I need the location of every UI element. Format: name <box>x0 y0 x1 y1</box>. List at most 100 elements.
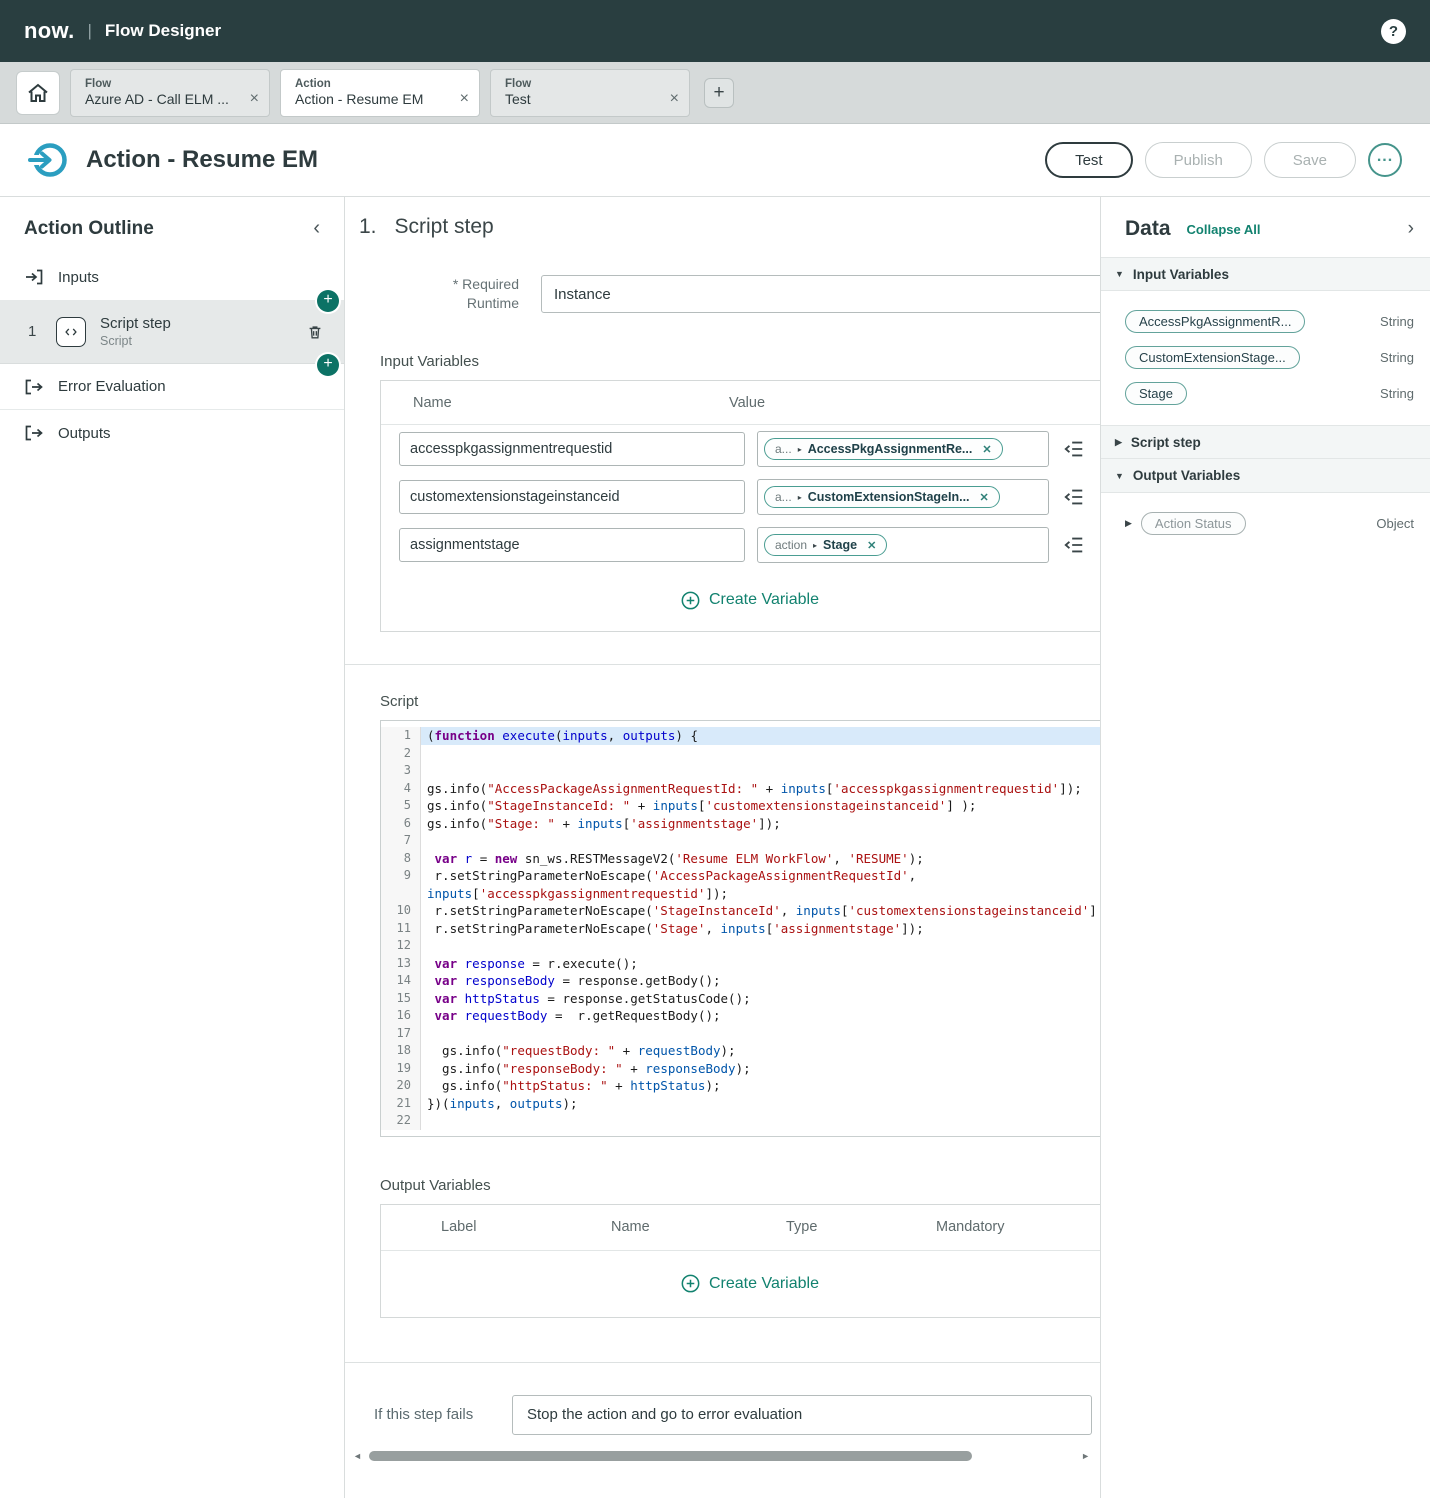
line-number: 22 <box>381 1112 421 1130</box>
home-icon <box>26 81 50 105</box>
inputs-icon <box>24 267 44 287</box>
app-title: Flow Designer <box>104 21 222 40</box>
home-button[interactable] <box>16 70 60 115</box>
data-pill[interactable]: a... ▸ AccessPkgAssignmentRe... ✕ <box>764 438 1003 460</box>
variable-name-input[interactable] <box>399 480 745 514</box>
delete-step-button[interactable] <box>306 323 324 341</box>
data-pill-row: AccessPkgAssignmentR... String <box>1125 303 1416 339</box>
publish-button[interactable]: Publish <box>1144 142 1252 178</box>
code-line: 14 var responseBody = response.getBody()… <box>381 972 1100 990</box>
circle-plus-icon <box>681 1274 700 1293</box>
runtime-input[interactable] <box>541 275 1100 313</box>
data-pill[interactable]: action ▸ Stage ✕ <box>764 534 888 556</box>
more-actions-button[interactable]: ... <box>1368 143 1402 177</box>
variable-name-input[interactable] <box>399 432 745 466</box>
editor-tab[interactable]: Flow Test × <box>490 68 690 117</box>
code-text: var responseBody = response.getBody(); <box>434 973 721 988</box>
page-title: Action - Resume EM <box>86 146 319 173</box>
remove-pill-icon[interactable]: ✕ <box>980 491 989 504</box>
code-line: 6 gs.info("Stage: " + inputs['assignments… <box>381 814 1100 832</box>
sidebar-item-error-evaluation[interactable]: Error Evaluation <box>0 364 344 410</box>
script-editor[interactable]: 1 (function execute(inputs, outputs) {2 3… <box>380 720 1100 1137</box>
pill-label: CustomExtensionStageIn... <box>807 490 970 504</box>
code-line: 3 <box>381 762 1100 780</box>
data-pill[interactable]: Stage <box>1125 381 1187 405</box>
test-button[interactable]: Test <box>1045 142 1133 178</box>
sidebar-item-inputs[interactable]: Inputs <box>0 254 344 300</box>
sidebar-item-label: Outputs <box>58 424 111 442</box>
scroll-left-button[interactable]: ◄ <box>353 1451 362 1461</box>
top-bar: now. | Flow Designer ? <box>0 0 1430 62</box>
collapse-panel-icon[interactable]: › <box>1408 218 1414 240</box>
variable-value-field[interactable]: a... ▸ AccessPkgAssignmentRe... ✕ <box>757 431 1049 467</box>
data-pill[interactable]: AccessPkgAssignmentR... <box>1125 309 1306 333</box>
line-number: 1 <box>381 727 421 745</box>
collapse-all-button[interactable]: Collapse All <box>1187 222 1408 237</box>
remove-pill-icon[interactable]: ✕ <box>982 443 991 456</box>
save-button[interactable]: Save <box>1263 142 1356 178</box>
data-pill[interactable]: a... ▸ CustomExtensionStageIn... ✕ <box>764 486 1000 508</box>
sidebar-item-script-step[interactable]: 1 Script step Script <box>0 300 344 364</box>
line-number: 6 <box>381 814 421 832</box>
data-pill[interactable]: CustomExtensionStage... <box>1125 345 1300 369</box>
data-output-variables-section-header[interactable]: ▼ Output Variables <box>1101 459 1430 493</box>
script-icon <box>56 316 86 347</box>
tab-list: Flow Azure AD - Call ELM ... × Action Action… <box>70 68 690 117</box>
scrollbar-track[interactable] <box>367 1451 1076 1461</box>
code-text: gs.info("StageInstanceId: " + inputs['cu… <box>427 798 977 813</box>
variable-value-field[interactable]: action ▸ Stage ✕ <box>757 527 1049 563</box>
insert-step-above-button[interactable]: + <box>317 290 339 312</box>
input-variable-row: a... ▸ CustomExtensionStageIn... ✕ <box>381 473 1100 521</box>
data-script-step-section-header[interactable]: ▶ Script step <box>1101 425 1430 459</box>
variable-name-input[interactable] <box>399 528 745 562</box>
step-heading: 1. Script step <box>359 215 1100 239</box>
code-text: r.setStringParameterNoEscape('AccessPack… <box>427 868 917 883</box>
tab-close-icon[interactable]: × <box>250 90 259 108</box>
new-tab-button[interactable]: + <box>704 77 734 108</box>
tab-close-icon[interactable]: × <box>460 90 469 108</box>
code-line: 4 gs.info("AccessPackageAssignmentRequest… <box>381 779 1100 797</box>
code-line: 20 gs.info("httpStatus: " + httpStatus); <box>381 1077 1100 1095</box>
editor-tab[interactable]: Flow Azure AD - Call ELM ... × <box>70 68 270 117</box>
create-input-variable-button[interactable]: Create Variable <box>381 569 1100 631</box>
data-input-variables-section-header[interactable]: ▼ Input Variables <box>1101 257 1430 291</box>
scrollbar-thumb[interactable] <box>368 1451 972 1461</box>
remove-pill-icon[interactable]: ✕ <box>867 539 876 552</box>
page-header: Action - Resume EM Test Publish Save ... <box>0 124 1430 196</box>
tab-close-icon[interactable]: × <box>670 90 679 108</box>
data-output-pills: ▶ Action Status Object <box>1101 493 1430 555</box>
data-pill[interactable]: Action Status <box>1140 511 1246 535</box>
pill-type-label: String <box>1380 385 1414 401</box>
help-button[interactable]: ? <box>1381 18 1406 44</box>
line-number: 7 <box>381 832 421 850</box>
expand-icon[interactable]: ▶ <box>1125 518 1132 529</box>
data-pill-picker-button[interactable] <box>1059 530 1089 560</box>
line-number <box>381 884 421 902</box>
insert-step-below-button[interactable]: + <box>317 354 339 376</box>
now-logo: now. <box>24 18 75 43</box>
code-line: 2 <box>381 744 1100 763</box>
collapse-sidebar-icon[interactable]: ‹ <box>313 217 320 240</box>
input-variable-row: a... ▸ AccessPkgAssignmentRe... ✕ <box>381 425 1100 473</box>
code-text: inputs['accesspkgassignmentrequestid']); <box>427 885 729 901</box>
sidebar-item-label: Error Evaluation <box>58 378 166 395</box>
editor-tab[interactable]: Action Action - Resume EM × <box>280 68 480 117</box>
failure-behavior-select[interactable]: Stop the action and go to error evaluati… <box>512 1394 1092 1435</box>
variable-value-field[interactable]: a... ▸ CustomExtensionStageIn... ✕ <box>757 479 1049 515</box>
pill-type-label: String <box>1380 349 1414 365</box>
sidebar-item-outputs[interactable]: Outputs <box>0 410 344 456</box>
code-line: 8 var r = new sn_ws.RESTMessageV2('Resum… <box>381 849 1100 867</box>
data-pill-picker-button[interactable] <box>1059 434 1089 464</box>
scroll-right-button[interactable]: ► <box>1081 1451 1090 1461</box>
pill-scope-label: a... <box>775 442 792 456</box>
line-number: 12 <box>381 937 421 955</box>
code-line: 5 gs.info("StageInstanceId: " + inputs['c… <box>381 797 1100 815</box>
code-text: gs.info("responseBody: " + responseBody)… <box>427 1060 751 1076</box>
data-pill-picker-button[interactable] <box>1059 482 1089 512</box>
code-text: gs.info("Stage: " + inputs['assignmentst… <box>427 815 781 831</box>
code-line: 7 <box>381 832 1100 850</box>
step-heading-title: Script step <box>394 215 494 238</box>
code-line: inputs['accesspkgassignmentrequestid']); <box>381 884 1100 902</box>
create-output-variable-button[interactable]: Create Variable <box>381 1251 1100 1317</box>
